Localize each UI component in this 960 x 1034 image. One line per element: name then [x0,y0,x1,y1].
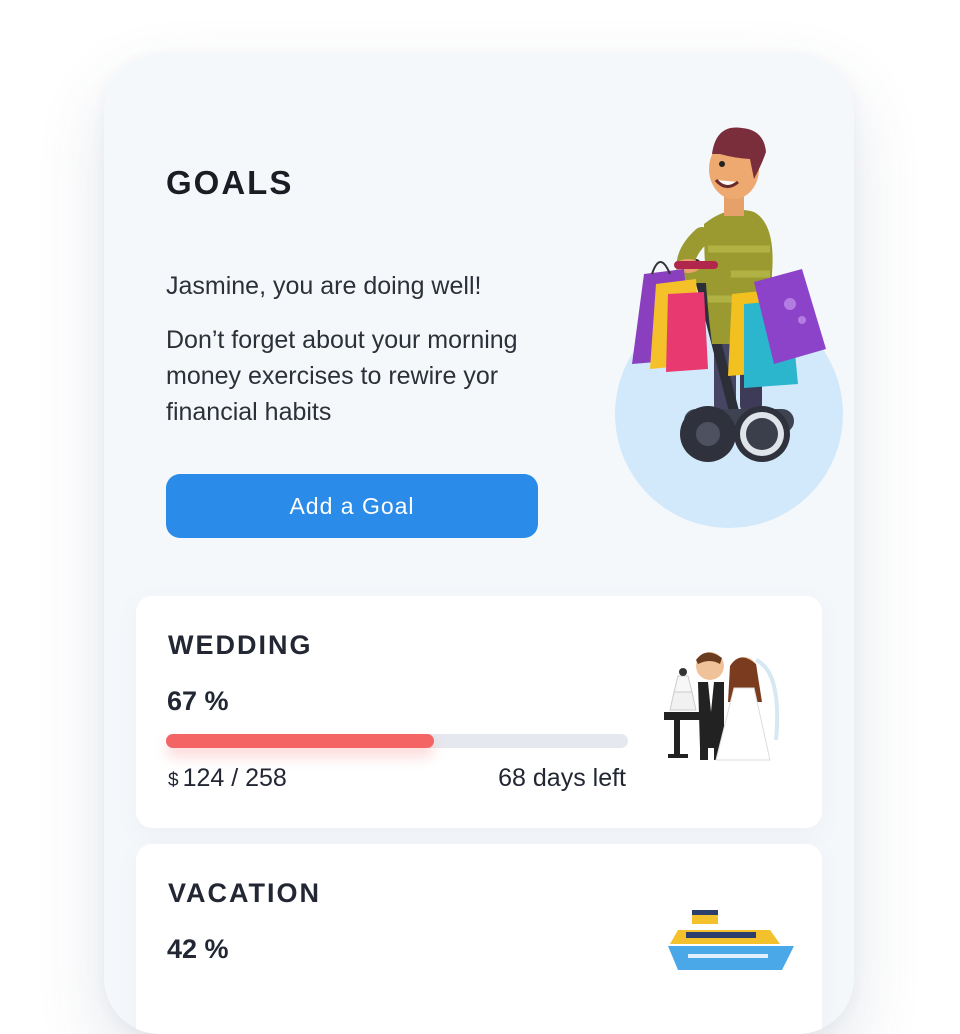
goal-percent: 67 % [167,686,229,716]
wedding-couple-icon [664,652,780,761]
greeting-text: Jasmine, you are doing well! [166,272,482,300]
cruise-ship-icon [668,910,794,970]
add-goal-button[interactable]: Add a Goal [166,474,538,538]
amount-value: 124 / 258 [182,764,287,792]
goal-name: VACATION [168,878,321,908]
segway-shopper-illustration [615,127,843,528]
progress-track [166,734,628,748]
days-left: 68 days left [498,764,626,792]
motivation-text: Don’t forget about your morning money ex… [166,326,518,426]
phone-screen: GOALS Jasmine, you are doing well! Don’t… [104,54,854,1034]
goal-card-wedding[interactable]: WEDDING 67 % $124 / 258 68 days left [136,596,822,828]
currency-symbol: $ [168,770,179,791]
goal-card-vacation[interactable]: VACATION 42 % [136,844,822,1034]
goal-percent: 42 % [167,934,229,964]
amount-saved: $124 / 258 [168,764,287,793]
page-title: GOALS [166,164,294,201]
progress-fill [166,734,434,748]
goal-name: WEDDING [168,630,313,660]
